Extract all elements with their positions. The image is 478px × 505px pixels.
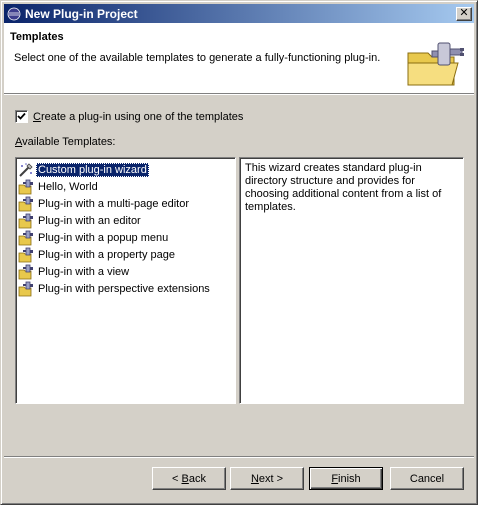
template-item[interactable]: Plug-in with a multi-page editor [18,195,233,212]
page-title: Templates [10,31,64,43]
page-description: Select one of the available templates to… [14,52,381,64]
template-item[interactable]: Plug-in with a property page [18,246,233,263]
template-description: This wizard creates standard plug-in dir… [239,157,464,404]
checkmark-icon [17,112,26,120]
plugin-template-icon [18,264,34,280]
template-item-label: Plug-in with a view [38,265,130,278]
finish-button[interactable]: Finish [309,467,383,490]
eclipse-icon [6,6,22,22]
template-item[interactable]: Plug-in with a popup menu [18,229,233,246]
template-item-label: Custom plug-in wizard [36,162,149,177]
template-item-label: Hello, World [38,180,98,193]
cancel-button[interactable]: Cancel [390,467,464,490]
plugin-template-icon [18,196,34,212]
window-title: New Plug-in Project [25,6,138,21]
plugin-template-icon [18,247,34,263]
template-item[interactable]: Plug-in with perspective extensions [18,280,233,297]
plugin-template-icon [18,281,34,297]
plugin-template-icon [18,179,34,195]
header-separator [4,93,474,95]
template-item[interactable]: Plug-in with an editor [18,212,233,229]
new-plugin-project-dialog: New Plug-in Project ✕ Templates Select o… [0,0,478,505]
template-item[interactable]: Plug-in with a view [18,263,233,280]
next-button[interactable]: Next > [230,467,304,490]
back-button[interactable]: < Back [152,467,226,490]
custom-wizard-icon [18,162,34,178]
template-item-label: Plug-in with perspective extensions [38,282,210,295]
template-item-label: Plug-in with an editor [38,214,141,227]
use-template-label: Create a plug-in using one of the templa… [33,110,244,123]
use-template-checkbox[interactable] [15,110,28,123]
available-templates-label: Available Templates: [15,136,116,148]
template-item[interactable]: Hello, World [18,178,233,195]
plugin-template-icon [18,230,34,246]
close-icon: ✕ [459,7,469,19]
templates-list[interactable]: Custom plug-in wizard Hello, World Plug-in… [15,157,236,404]
plugin-template-icon [18,213,34,229]
footer-separator [4,456,474,458]
template-item-label: Plug-in with a multi-page editor [38,197,190,210]
wizard-header: Templates Select one of the available te… [4,23,474,93]
template-item-label: Plug-in with a property page [38,248,175,261]
plugin-folder-icon [404,39,468,89]
template-item-label: Plug-in with a popup menu [38,231,169,244]
use-template-option[interactable]: Create a plug-in using one of the templa… [15,110,243,123]
template-item[interactable]: Custom plug-in wizard [18,161,233,178]
close-button[interactable]: ✕ [456,6,472,21]
title-bar[interactable]: New Plug-in Project ✕ [4,4,474,23]
